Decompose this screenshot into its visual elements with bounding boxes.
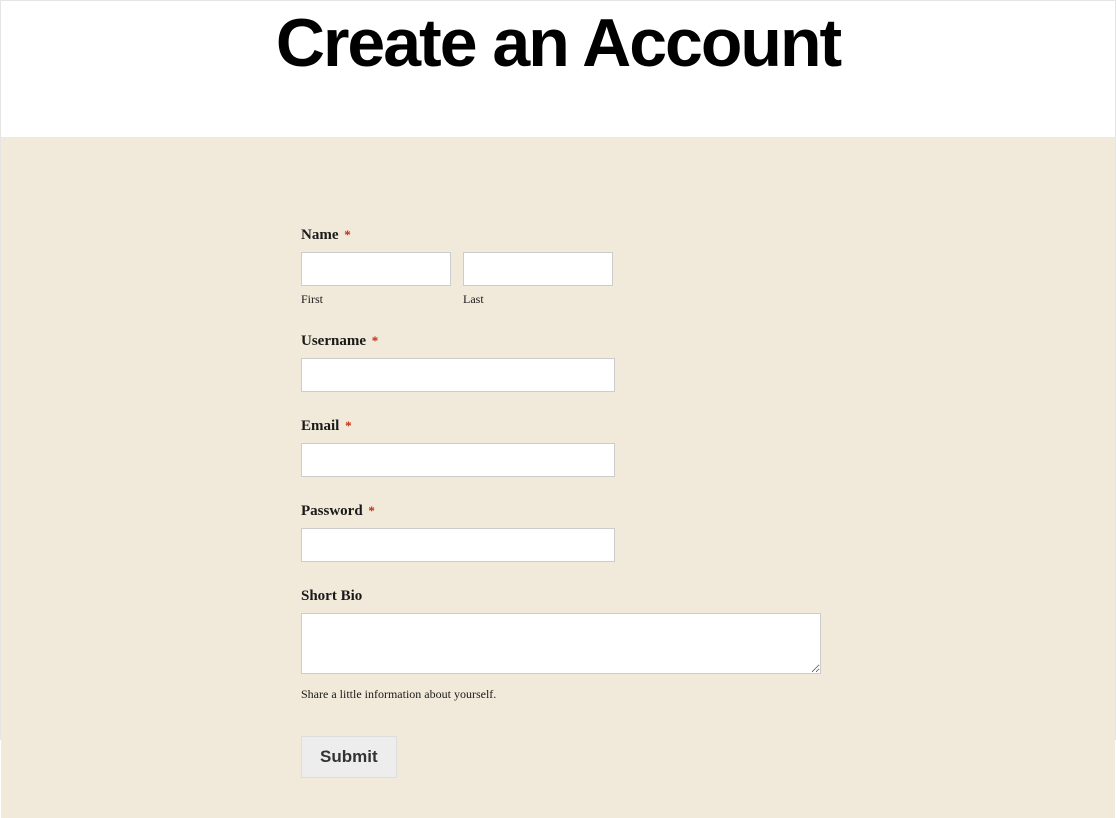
bio-field-group: Short Bio Share a little information abo… [301, 588, 821, 702]
name-label: Name * [301, 227, 821, 244]
submit-button[interactable]: Submit [301, 736, 397, 778]
name-row: First Last [301, 252, 821, 307]
first-name-sublabel: First [301, 292, 451, 307]
username-input[interactable] [301, 358, 615, 392]
bio-help-text: Share a little information about yoursel… [301, 687, 821, 702]
password-field-group: Password * [301, 503, 821, 562]
required-asterisk: * [344, 227, 351, 242]
bio-textarea[interactable] [301, 613, 821, 674]
last-name-col: Last [463, 252, 613, 307]
bio-label: Short Bio [301, 588, 821, 605]
name-label-text: Name [301, 227, 339, 243]
required-asterisk: * [345, 418, 352, 433]
form-container: Name * First Last Username * [301, 227, 821, 778]
first-name-col: First [301, 252, 451, 307]
name-field-group: Name * First Last [301, 227, 821, 307]
last-name-input[interactable] [463, 252, 613, 286]
email-input[interactable] [301, 443, 615, 477]
last-name-sublabel: Last [463, 292, 613, 307]
page-title: Create an Account [1, 1, 1115, 77]
email-field-group: Email * [301, 418, 821, 477]
password-input[interactable] [301, 528, 615, 562]
password-label: Password * [301, 503, 821, 520]
required-asterisk: * [372, 333, 379, 348]
email-label: Email * [301, 418, 821, 435]
username-label: Username * [301, 333, 821, 350]
username-label-text: Username [301, 333, 366, 349]
form-section: Name * First Last Username * [1, 137, 1115, 818]
username-field-group: Username * [301, 333, 821, 392]
header-section: Create an Account [1, 1, 1115, 137]
password-label-text: Password [301, 503, 363, 519]
email-label-text: Email [301, 418, 339, 434]
first-name-input[interactable] [301, 252, 451, 286]
required-asterisk: * [368, 503, 375, 518]
bio-label-text: Short Bio [301, 588, 362, 604]
